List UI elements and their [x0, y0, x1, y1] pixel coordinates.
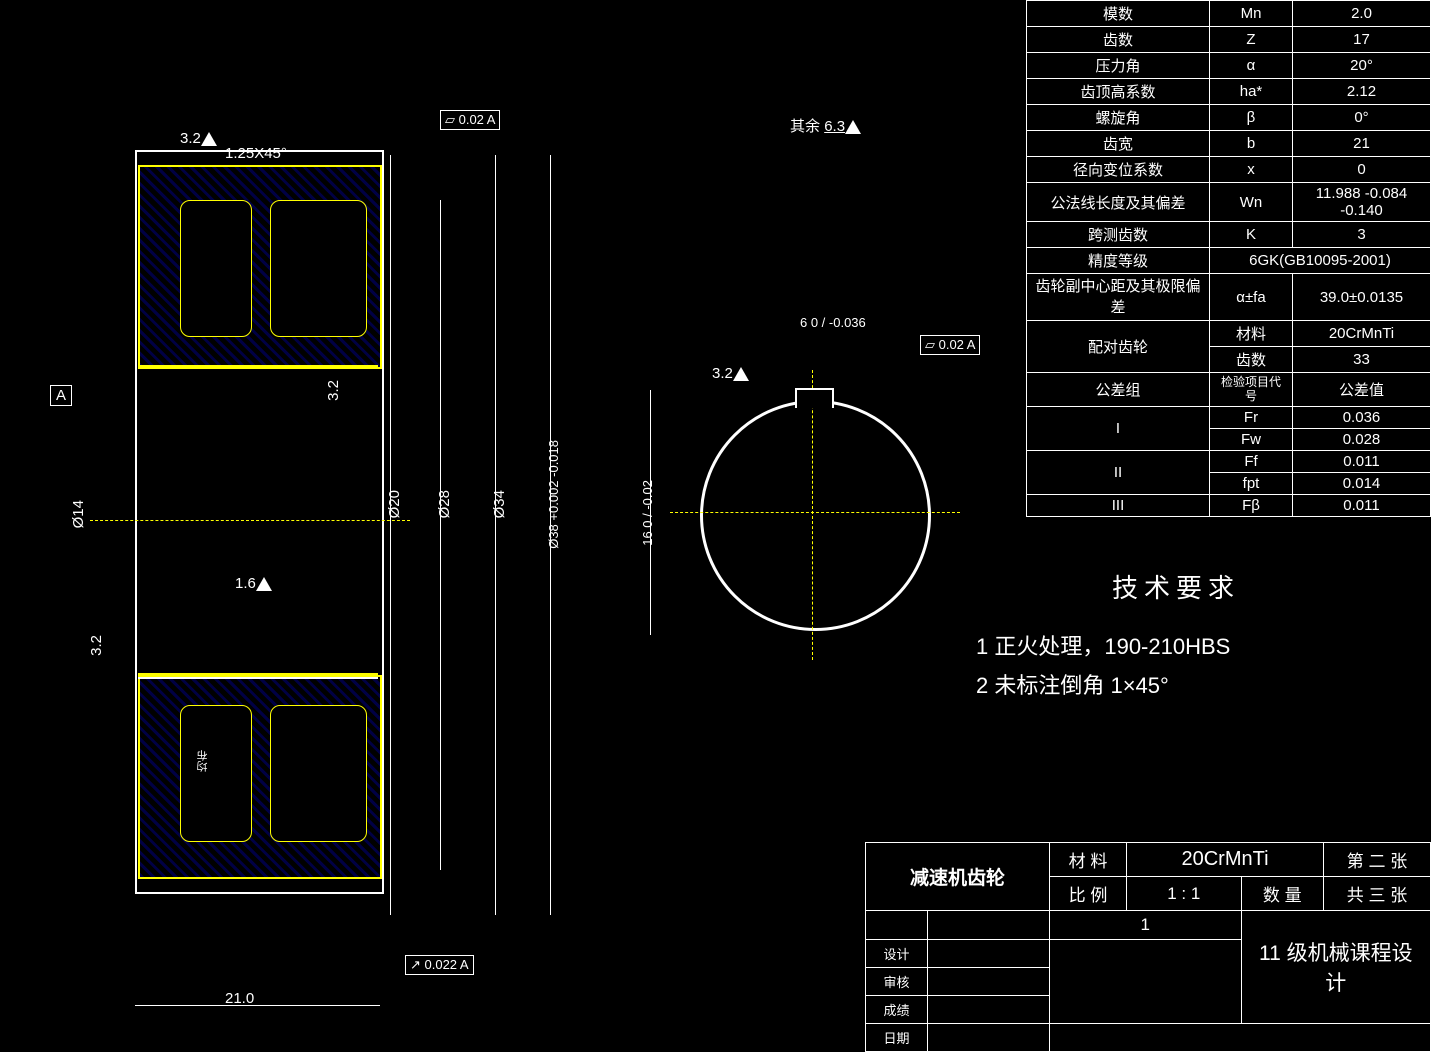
g1-r0-s: Fr — [1210, 406, 1293, 428]
param-symbol: K — [1210, 222, 1293, 248]
param-value: 3 — [1293, 222, 1431, 248]
project-name: 11 级机械课程设计 — [1241, 911, 1430, 1024]
g1-r1-s: Fw — [1210, 428, 1293, 450]
g3-r0-s: Fβ — [1210, 494, 1293, 516]
g1-r1-v: 0.028 — [1293, 428, 1431, 450]
dim-d38: Ø38 +0.002 -0.018 — [546, 440, 561, 549]
center-dist-value: 39.0±0.0135 — [1293, 274, 1431, 321]
dim-d20: Ø20 — [386, 490, 403, 518]
page-label: 第 二 张 — [1324, 843, 1431, 877]
param-symbol: β — [1210, 105, 1293, 131]
param-symbol: Wn — [1210, 183, 1293, 222]
scale-label2 — [866, 911, 928, 940]
check-label: 审核 — [866, 968, 928, 996]
tech-title: 技术要求 — [976, 565, 1376, 612]
param-symbol: α — [1210, 53, 1293, 79]
param-symbol: Mn — [1210, 1, 1293, 27]
fcf-runout: ↗ 0.022 A — [405, 955, 474, 975]
param-label: 径向变位系数 — [1027, 157, 1210, 183]
fcf-parallelism-top: ⏥ 0.02 A — [440, 110, 500, 130]
technical-requirements: 技术要求 1 正火处理，190-210HBS 2 未标注倒角 1×45° — [976, 565, 1376, 706]
dim-keyway-width: 6 0 / -0.036 — [800, 315, 866, 330]
score-label: 成绩 — [866, 996, 928, 1024]
g2-label: II — [1027, 450, 1210, 494]
junbu-note: 均布 — [195, 750, 211, 772]
scale-value: 1 : 1 — [1127, 877, 1242, 911]
g1-r0-v: 0.036 — [1293, 406, 1431, 428]
g3-r0-v: 0.011 — [1293, 494, 1431, 516]
dim-d28: Ø28 — [436, 490, 453, 518]
mate-z-value: 33 — [1293, 347, 1431, 373]
param-value: 20° — [1293, 53, 1431, 79]
g2-r0-v: 0.011 — [1293, 450, 1431, 472]
g2-r1-v: 0.014 — [1293, 472, 1431, 494]
param-label: 公法线长度及其偏差 — [1027, 183, 1210, 222]
general-surface-finish: 其余 6.3 — [790, 115, 861, 136]
g3-label: III — [1027, 494, 1210, 516]
param-label: 齿宽 — [1027, 131, 1210, 157]
param-label: 模数 — [1027, 1, 1210, 27]
surface-finish-3.2-right: 3.2 — [325, 380, 342, 401]
keyway-notch — [795, 388, 834, 408]
param-value: 2.12 — [1293, 79, 1431, 105]
chamfer-note: 1.25X45° — [225, 145, 287, 162]
dim-d14: Ø14 — [70, 500, 87, 528]
title-block: 减速机齿轮 材 料 20CrMnTi 第 二 张 比 例 1 : 1 数 量 共… — [865, 842, 1431, 1052]
g1-label: I — [1027, 406, 1210, 450]
mate-mat-value: 20CrMnTi — [1293, 321, 1431, 347]
precision-label: 精度等级 — [1027, 248, 1210, 274]
param-symbol: x — [1210, 157, 1293, 183]
mate-z-label: 齿数 — [1210, 347, 1293, 373]
mate-mat-label: 材料 — [1210, 321, 1293, 347]
g2-r1-s: fpt — [1210, 472, 1293, 494]
dim-keyway-height: 16 0 / -0.02 — [640, 480, 655, 546]
precision-value: 6GK(GB10095-2001) — [1210, 248, 1431, 274]
param-symbol: ha* — [1210, 79, 1293, 105]
drawing-canvas: 模数Mn2.0齿数Z17压力角α20°齿顶高系数ha*2.12螺旋角β0°齿宽b… — [0, 0, 1431, 1052]
center-dist-symbol: α±fa — [1210, 274, 1293, 321]
tolgroup-c3: 公差值 — [1293, 373, 1431, 407]
param-value: 17 — [1293, 27, 1431, 53]
qty-label: 数 量 — [1241, 877, 1323, 911]
pages-label: 共 三 张 — [1324, 877, 1431, 911]
qty-value: 1 — [1050, 911, 1242, 940]
param-value: 2.0 — [1293, 1, 1431, 27]
param-label: 跨测齿数 — [1027, 222, 1210, 248]
param-value: 0° — [1293, 105, 1431, 131]
g2-r0-s: Ff — [1210, 450, 1293, 472]
qty-value-cell — [928, 911, 1050, 940]
mate-gear-label: 配对齿轮 — [1027, 321, 1210, 373]
surface-finish-1.6: 1.6 — [235, 575, 272, 592]
date-label: 日期 — [866, 1024, 928, 1052]
center-dist-label: 齿轮副中心距及其极限偏差 — [1027, 274, 1210, 321]
param-value: 21 — [1293, 131, 1431, 157]
datum-a: A — [50, 385, 72, 406]
scale-label: 比 例 — [1050, 877, 1127, 911]
param-symbol: b — [1210, 131, 1293, 157]
param-value: 11.988 -0.084 -0.140 — [1293, 183, 1431, 222]
material-label: 材 料 — [1050, 843, 1127, 877]
tolgroup-label: 公差组 — [1027, 373, 1210, 407]
param-label: 齿数 — [1027, 27, 1210, 53]
bore-keyway-view — [700, 400, 931, 631]
part-name: 减速机齿轮 — [866, 843, 1050, 911]
dim-d34: Ø34 — [491, 490, 508, 518]
param-label: 压力角 — [1027, 53, 1210, 79]
param-symbol: Z — [1210, 27, 1293, 53]
gear-parameter-table: 模数Mn2.0齿数Z17压力角α20°齿顶高系数ha*2.12螺旋角β0°齿宽b… — [1026, 0, 1431, 517]
design-label: 设计 — [866, 940, 928, 968]
surface-finish-3.2-top: 3.2 — [180, 130, 217, 147]
param-value: 0 — [1293, 157, 1431, 183]
tech-line1: 1 正火处理，190-210HBS — [976, 627, 1376, 667]
surface-finish-3.2-left: 3.2 — [88, 635, 105, 656]
tolgroup-c2: 检验项目代号 — [1210, 373, 1293, 407]
param-label: 齿顶高系数 — [1027, 79, 1210, 105]
param-label: 螺旋角 — [1027, 105, 1210, 131]
gear-section-view — [120, 150, 380, 910]
fcf-parallelism-key: ⏥ 0.02 A — [920, 335, 980, 355]
tech-line2: 2 未标注倒角 1×45° — [976, 666, 1376, 706]
material-value: 20CrMnTi — [1127, 843, 1324, 877]
surface-finish-3.2-key: 3.2 — [712, 365, 749, 382]
